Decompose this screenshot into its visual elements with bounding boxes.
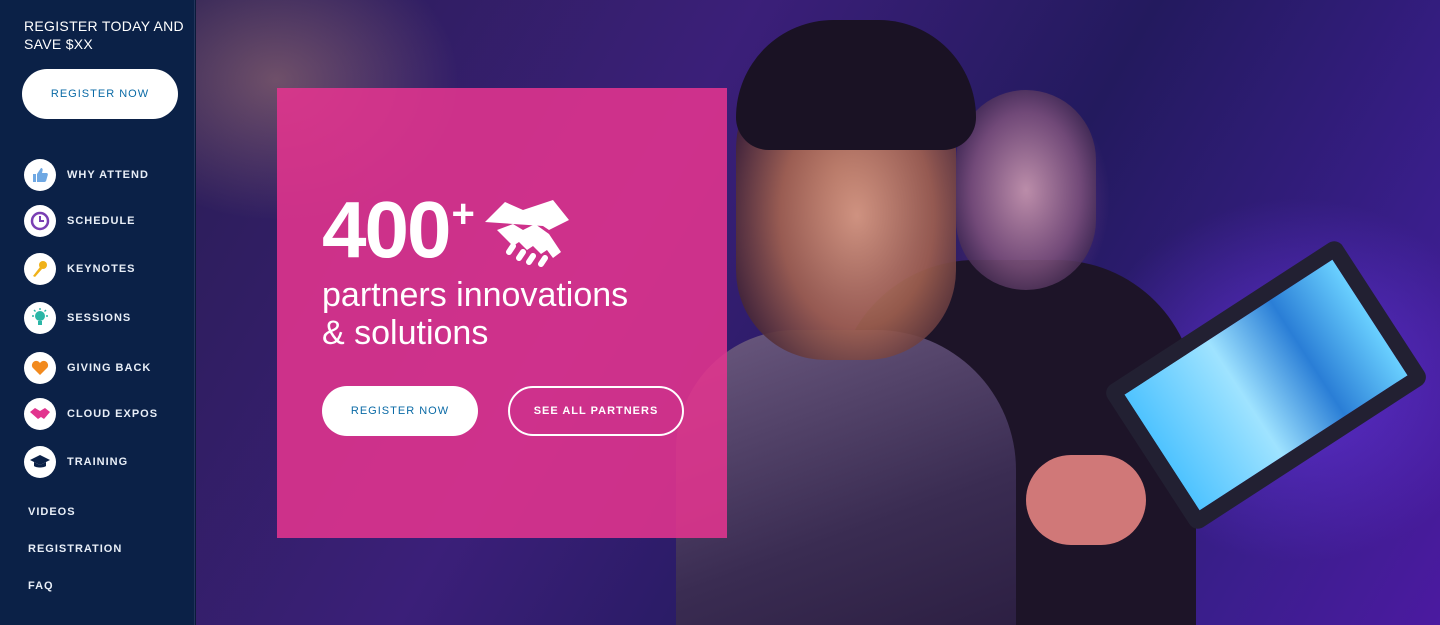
sidebar-item-training[interactable]: TRAINING [24,446,128,478]
graduation-cap-icon [24,446,56,478]
sidebar-item-label: WHY ATTEND [67,169,149,181]
clock-icon [24,205,56,237]
sidebar-item-schedule[interactable]: SCHEDULE [24,205,136,237]
sidebar-item-keynotes[interactable]: KEYNOTES [24,253,136,285]
sidebar-link-videos[interactable]: VIDEOS [28,506,76,518]
stat-row: 400 + [322,190,571,275]
see-all-partners-button[interactable]: SEE ALL PARTNERS [508,386,684,436]
stat-subtitle: partners innovations & solutions [322,276,628,352]
sidebar-item-label: GIVING BACK [67,362,152,374]
sidebar-item-label: SCHEDULE [67,215,136,227]
sidebar-item-sessions[interactable]: SESSIONS [24,302,131,334]
microphone-icon [24,253,56,285]
background-person-head [956,90,1096,290]
plus-sign: + [451,192,475,236]
register-now-button[interactable]: REGISTER NOW [322,386,478,436]
sidebar-item-label: KEYNOTES [67,263,136,275]
sidebar-register-button[interactable]: REGISTER NOW [22,69,178,119]
handshake-icon [24,398,56,430]
thumbs-up-icon [24,159,56,191]
heart-icon [24,352,56,384]
sidebar-item-why-attend[interactable]: WHY ATTEND [24,159,149,191]
subtitle-line-1: partners innovations [322,276,629,314]
sidebar-item-giving-back[interactable]: GIVING BACK [24,352,151,384]
sidebar-item-label: TRAINING [67,456,129,468]
promo-text: REGISTER TODAY AND SAVE $XX [24,18,184,52]
subtitle-line-2: & solutions [322,314,489,352]
hand [1026,455,1146,545]
lightbulb-icon [24,302,56,334]
sidebar-item-label: SESSIONS [67,312,132,324]
sidebar-link-faq[interactable]: FAQ [28,580,54,592]
hero-card: 400 + partners innovations & solutions R… [277,88,727,538]
partner-count: 400 [322,185,451,274]
sidebar-item-cloud-expos[interactable]: CLOUD EXPOS [24,398,158,430]
handshake-icon [483,196,571,275]
sidebar: REGISTER TODAY AND SAVE $XX REGISTER NOW… [0,0,195,625]
foreground-person [676,330,1016,625]
foreground-person-hair [736,20,976,150]
sidebar-link-registration[interactable]: REGISTRATION [28,543,122,555]
sidebar-item-label: CLOUD EXPOS [67,408,159,420]
